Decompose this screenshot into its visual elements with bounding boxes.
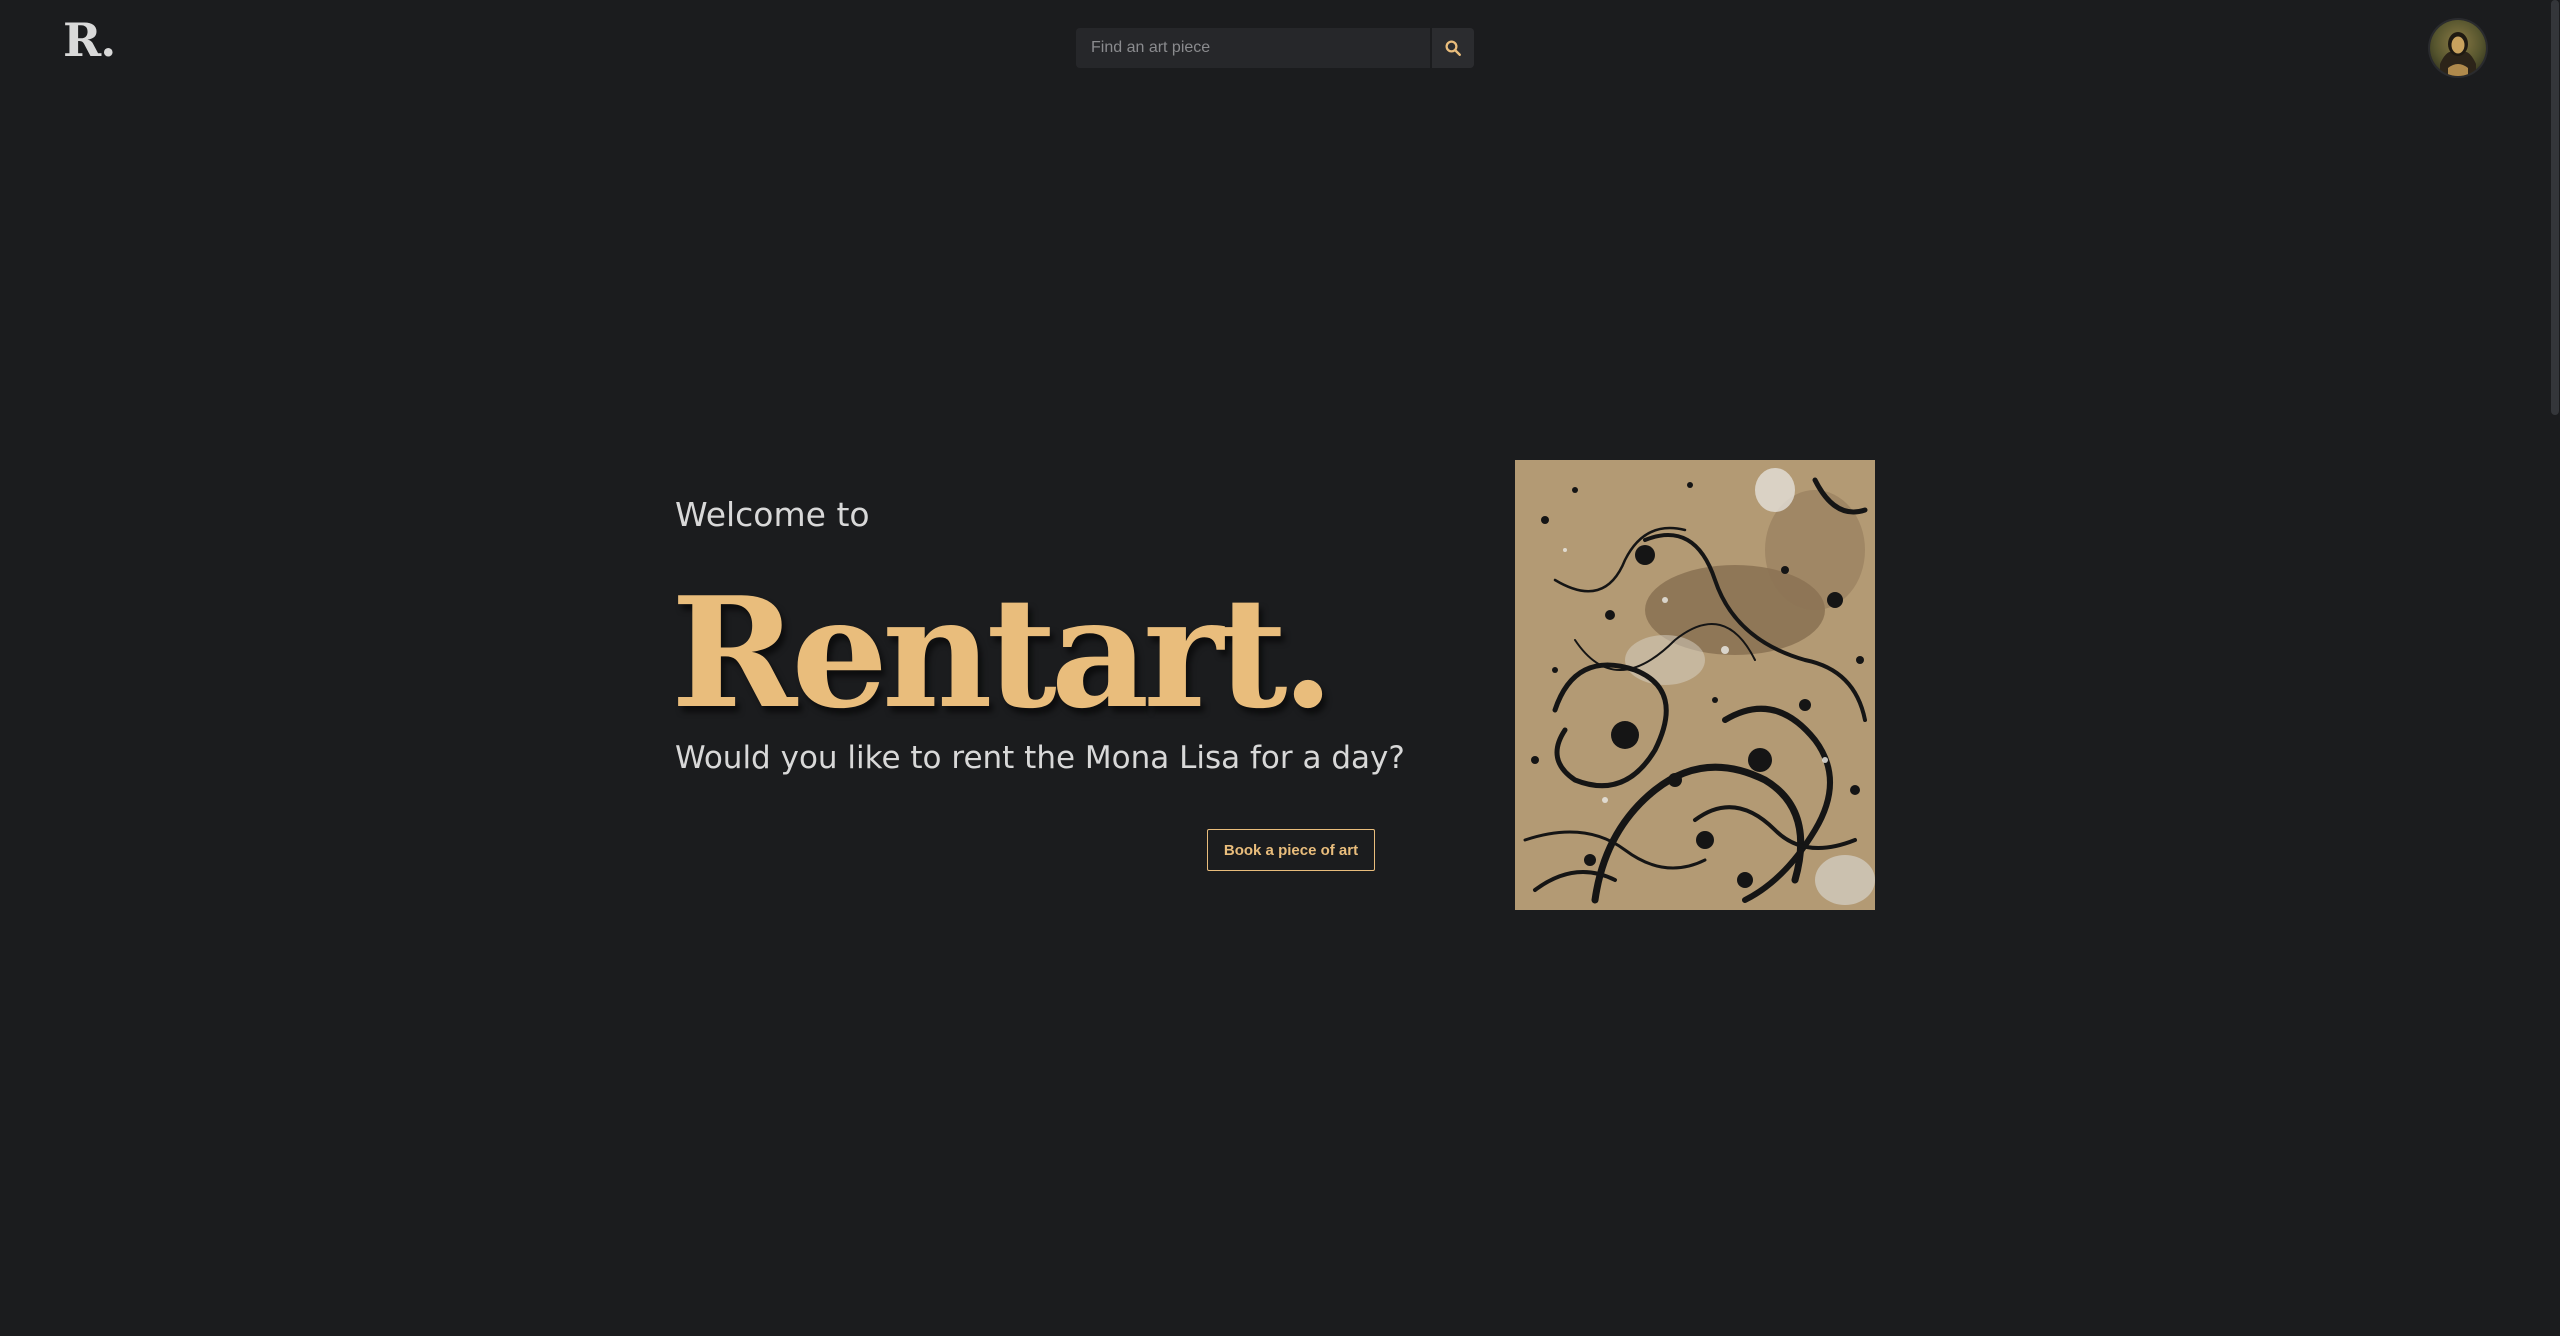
featured-artwork (1515, 460, 1875, 910)
welcome-heading: Welcome to (675, 495, 870, 534)
scrollbar[interactable] (2548, 0, 2560, 1336)
scrollbar-thumb[interactable] (2551, 0, 2559, 415)
avatar-mona-lisa-icon (2430, 20, 2486, 76)
tagline: Would you like to rent the Mona Lisa for… (675, 740, 1405, 776)
user-avatar[interactable] (2430, 20, 2486, 76)
book-art-button[interactable]: Book a piece of art (1207, 829, 1375, 871)
search-input[interactable] (1076, 28, 1430, 68)
site-logo[interactable]: R. (63, 10, 116, 70)
brand-title: Rentart. (671, 563, 1334, 742)
search-bar (1076, 28, 1474, 68)
abstract-splatter-painting-icon (1515, 460, 1875, 910)
search-button[interactable] (1430, 28, 1474, 68)
page: R. Welcome to Rentart (0, 0, 2560, 1336)
search-icon (1445, 40, 1461, 56)
